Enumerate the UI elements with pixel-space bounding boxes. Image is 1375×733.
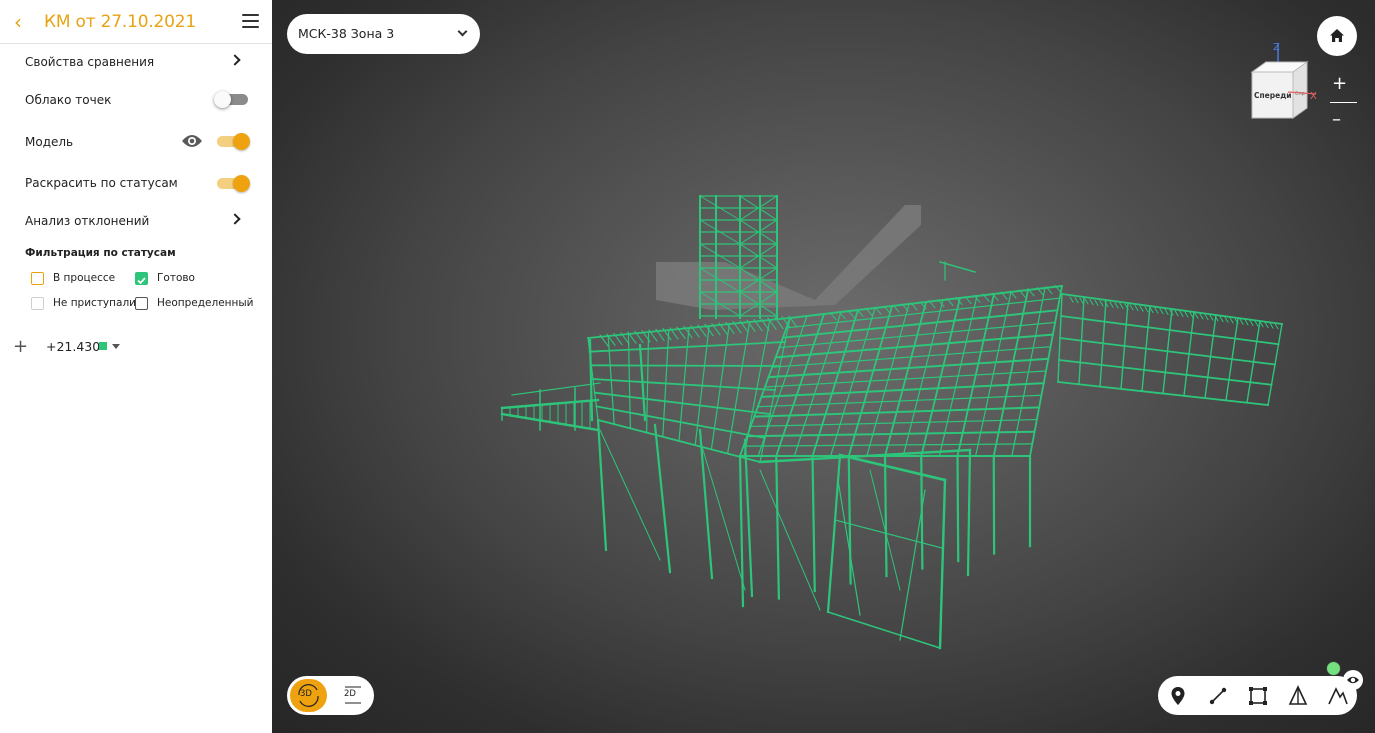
check-icon: [137, 277, 146, 285]
level-value: +21.430: [46, 339, 101, 354]
status-done-label: Готово: [157, 272, 195, 284]
level-row: + +21.430: [0, 336, 272, 358]
filter-title: Фильтрация по статусам: [25, 247, 176, 259]
pin-icon[interactable]: [1167, 685, 1189, 707]
home-button[interactable]: [1317, 16, 1357, 56]
axis-x-label: X: [1310, 91, 1317, 102]
chevron-down-icon: [457, 26, 468, 37]
mode-2d-label: 2D: [344, 689, 356, 699]
eye-icon[interactable]: [181, 133, 203, 149]
home-icon: [1330, 29, 1344, 42]
navigation-cube[interactable]: Z Спереди Спр X: [1248, 38, 1318, 126]
checkbox-undefined[interactable]: [135, 297, 148, 310]
checkbox-not-started[interactable]: [31, 297, 44, 310]
model-view[interactable]: [272, 0, 1375, 733]
cube-right-label: Спр: [1295, 91, 1305, 97]
status-not-started-label: Не приступали: [53, 297, 136, 309]
page-title: КМ от 27.10.2021: [44, 12, 196, 32]
mode-2d-button[interactable]: 2D: [339, 679, 369, 712]
chevron-right-icon: [229, 213, 241, 225]
zoom-out-button[interactable]: –: [1332, 110, 1341, 130]
visibility-badge[interactable]: [1343, 670, 1363, 690]
section-cone-icon[interactable]: [1287, 685, 1309, 707]
compare-properties-label: Свойства сравнения: [25, 55, 155, 69]
status-in-progress-label: В процессе: [53, 272, 116, 284]
sidebar-header: ‹ КМ от 27.10.2021: [0, 0, 272, 44]
sidebar: ‹ КМ от 27.10.2021 Свойства сравнения Об…: [0, 0, 272, 733]
eye-icon: [1347, 676, 1359, 684]
point-cloud-row: Облако точек: [0, 83, 272, 117]
axis-z-label: Z: [1273, 42, 1280, 53]
compare-properties-row[interactable]: Свойства сравнения: [0, 45, 272, 79]
zone-select[interactable]: МСК-38 Зона 3: [287, 14, 480, 54]
colorize-label: Раскрасить по статусам: [25, 176, 178, 190]
measure-distance-icon[interactable]: [1207, 685, 1229, 707]
area-select-icon[interactable]: [1247, 685, 1269, 707]
model-label: Модель: [25, 135, 74, 149]
zoom-in-button[interactable]: +: [1332, 74, 1347, 94]
measurement-toolbar: [1158, 676, 1357, 715]
point-cloud-toggle[interactable]: [214, 91, 250, 108]
deviation-analysis-label: Анализ отклонений: [25, 214, 150, 228]
watermark-logo: [656, 205, 921, 310]
zoom-divider: [1330, 102, 1357, 103]
checkbox-done[interactable]: [135, 272, 148, 285]
menu-icon[interactable]: [242, 14, 259, 28]
mode-3d-button[interactable]: 3D: [290, 679, 327, 712]
checkbox-in-progress[interactable]: [31, 272, 44, 285]
caret-down-icon[interactable]: [112, 344, 120, 349]
point-cloud-label: Облако точек: [25, 93, 112, 107]
colorize-row: Раскрасить по статусам: [0, 166, 272, 200]
status-indicator: [1326, 661, 1341, 676]
view-mode-switch: 3D 2D: [287, 676, 374, 715]
level-color-swatch: [99, 342, 107, 350]
add-level-icon[interactable]: +: [13, 337, 28, 357]
model-row: Модель: [0, 125, 272, 159]
zone-select-value: МСК-38 Зона 3: [298, 26, 395, 41]
status-undefined-label: Неопределенный: [157, 297, 254, 309]
deviation-analysis-row[interactable]: Анализ отклонений: [0, 204, 272, 238]
colorize-toggle[interactable]: [217, 175, 251, 192]
chevron-right-icon: [229, 54, 241, 66]
back-arrow-icon[interactable]: ‹: [14, 10, 22, 34]
mode-3d-label: 3D: [300, 689, 312, 699]
3d-viewport[interactable]: МСК-38 Зона 3 Z Спереди Спр X + – 3D 2D: [272, 0, 1375, 733]
steel-structure-model: [500, 195, 1284, 650]
model-toggle[interactable]: [217, 133, 251, 150]
cube-front-label: Спереди: [1254, 91, 1292, 100]
